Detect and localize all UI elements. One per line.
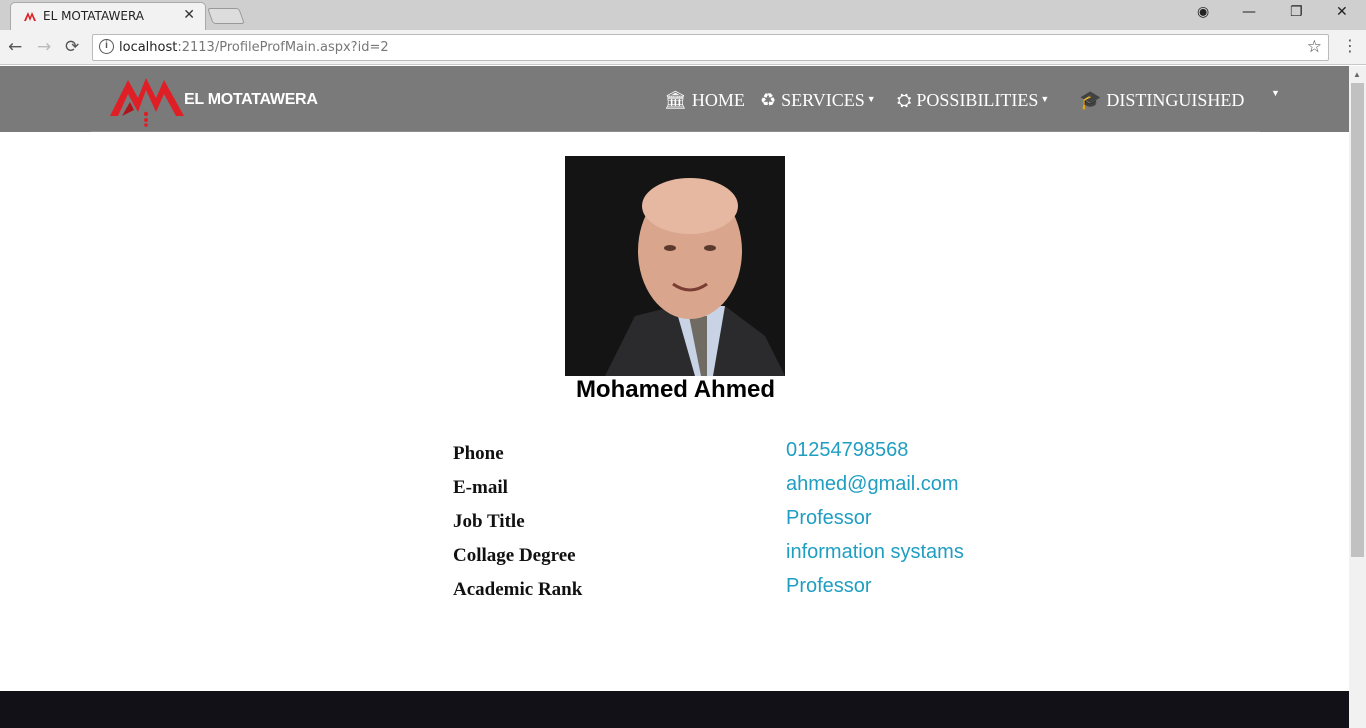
nav-services-label: SERVICES <box>781 90 865 110</box>
nav-distinguished-label: DISTINGUISHED <box>1106 90 1245 110</box>
site-footer <box>0 691 1349 728</box>
profile-field-email: E-mail ahmed@gmail.com <box>453 473 1153 511</box>
logo-text[interactable]: EL MOTATAWERA <box>184 91 318 109</box>
field-value: information systams <box>786 541 964 563</box>
restore-button[interactable]: ❐ <box>1290 4 1303 20</box>
field-label: Phone <box>453 443 504 464</box>
reload-button[interactable]: ⟳ <box>65 37 79 57</box>
nav-more-dropdown[interactable]: ▼ <box>1269 88 1280 100</box>
field-label: E-mail <box>453 477 508 498</box>
profile-photo <box>565 156 785 376</box>
caret-down-icon: ▼ <box>866 93 876 104</box>
field-value: Professor <box>786 575 872 597</box>
nav-home-label: HOME <box>691 90 745 110</box>
browser-toolbar: ← → ⟳ i localhost:2113/ProfileProfMain.a… <box>0 30 1366 65</box>
field-value: ahmed@gmail.com <box>786 473 959 495</box>
url-path: :2113/ProfileProfMain.aspx?id=2 <box>177 40 389 55</box>
field-value: Professor <box>786 507 872 529</box>
nav-services[interactable]: ♻ SERVICES ▼ <box>760 90 876 111</box>
caret-down-icon: ▼ <box>1271 88 1280 98</box>
account-icon[interactable]: ◉ <box>1197 4 1209 20</box>
nav-distinguished[interactable]: 🎓 DISTINGUISHED <box>1079 90 1244 111</box>
field-label: Collage Degree <box>453 545 576 566</box>
tab-close-icon[interactable]: ✕ <box>183 7 195 23</box>
url-text[interactable]: localhost:2113/ProfileProfMain.aspx?id=2 <box>119 40 389 55</box>
back-button[interactable]: ← <box>8 37 22 57</box>
nav-possibilities-label: POSSIBILITIES <box>916 90 1039 110</box>
graduation-cap-icon: 🎓 <box>1079 90 1102 110</box>
nav-possibilities[interactable]: ⛭ POSSIBILITIES ▼ <box>897 90 1049 111</box>
nav-home[interactable]: 🏛 HOME <box>664 90 745 111</box>
close-window-button[interactable]: ✕ <box>1336 4 1348 20</box>
field-value: 01254798568 <box>786 439 909 461</box>
scroll-up-icon[interactable]: ▲ <box>1353 70 1361 79</box>
cubes-icon: ⛭ <box>897 90 912 110</box>
profile-name: Mohamed Ahmed <box>575 376 776 403</box>
recycle-icon: ♻ <box>760 90 777 110</box>
bookmark-star-icon[interactable]: ☆ <box>1307 37 1322 57</box>
browser-menu-icon[interactable]: ⋮ <box>1342 36 1358 55</box>
tab-title: EL MOTATAWERA <box>43 9 145 23</box>
new-tab-button[interactable] <box>207 8 245 24</box>
bank-icon: 🏛 <box>664 90 687 110</box>
minimize-button[interactable]: — <box>1242 4 1256 20</box>
browser-tabstrip: EL MOTATAWERA ✕ ◉ — ❐ ✕ <box>0 0 1366 30</box>
forward-button[interactable]: → <box>37 37 51 57</box>
page-scrollbar[interactable]: ▲ <box>1349 66 1366 728</box>
url-host: localhost <box>119 40 178 55</box>
site-navbar: EL MOTATAWERA 🏛 HOME ♻ SERVICES ▼ ⛭ POSS… <box>0 66 1349 132</box>
profile-field-academic-rank: Academic Rank Professor <box>453 575 1153 613</box>
navbar-divider <box>90 131 1260 132</box>
caret-down-icon: ▼ <box>1040 93 1050 104</box>
address-bar[interactable]: i localhost:2113/ProfileProfMain.aspx?id… <box>92 34 1329 61</box>
profile-field-job-title: Job Title Professor <box>453 507 1153 545</box>
profile-field-collage-degree: Collage Degree information systams <box>453 541 1153 579</box>
site-favicon-icon <box>24 12 36 21</box>
scrollbar-thumb[interactable] <box>1351 83 1364 557</box>
field-label: Academic Rank <box>453 579 583 600</box>
field-label: Job Title <box>453 511 525 532</box>
browser-tab[interactable]: EL MOTATAWERA ✕ <box>10 2 206 30</box>
profile-field-phone: Phone 01254798568 <box>453 439 1153 477</box>
site-info-icon[interactable]: i <box>99 39 114 54</box>
site-logo[interactable] <box>108 72 188 128</box>
